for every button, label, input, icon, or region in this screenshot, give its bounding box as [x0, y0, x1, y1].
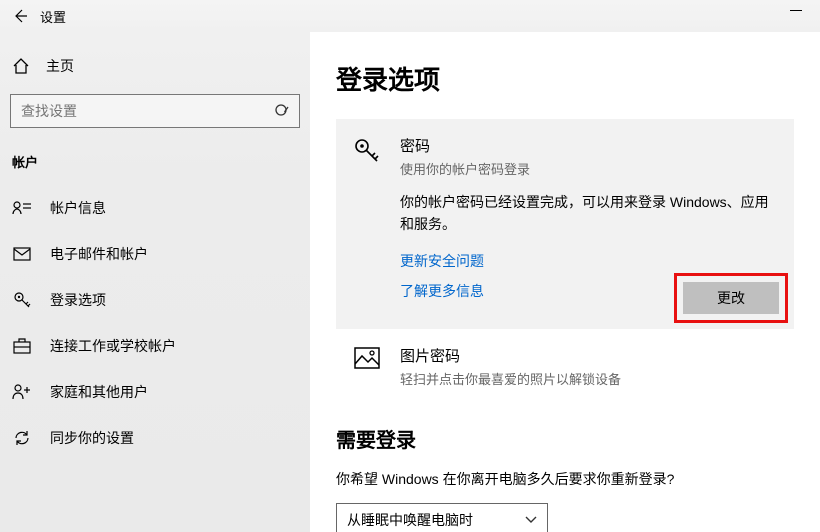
nav-label: 连接工作或学校帐户	[50, 336, 176, 356]
password-title: 密码	[400, 135, 776, 156]
sidebar-item-account-info[interactable]: 帐户信息	[0, 185, 310, 231]
update-security-link[interactable]: 更新安全问题	[400, 251, 776, 271]
sidebar: 主页 帐户 帐户信息 电子邮件和帐户 登录选项	[0, 32, 310, 532]
search-icon	[265, 103, 299, 119]
chevron-down-icon	[525, 516, 537, 524]
briefcase-icon	[12, 338, 32, 354]
picture-subtitle: 轻扫并点击你最喜爱的照片以解锁设备	[400, 369, 776, 388]
page-title: 登录选项	[336, 60, 794, 97]
nav-label: 登录选项	[50, 290, 106, 310]
sidebar-item-email[interactable]: 电子邮件和帐户	[0, 231, 310, 277]
sidebar-item-sync[interactable]: 同步你的设置	[0, 415, 310, 461]
search-input[interactable]	[11, 103, 265, 119]
require-signin-dropdown[interactable]: 从睡眠中唤醒电脑时	[336, 503, 548, 532]
person-card-icon	[12, 200, 32, 216]
password-desc: 你的帐户密码已经设置完成，可以用来登录 Windows、应用和服务。	[400, 192, 776, 235]
search-box[interactable]	[10, 94, 300, 128]
minimize-button[interactable]	[790, 10, 802, 11]
home-label: 主页	[46, 56, 74, 76]
require-signin-heading: 需要登录	[336, 424, 794, 453]
sidebar-item-family[interactable]: 家庭和其他用户	[0, 369, 310, 415]
require-signin-question: 你希望 Windows 在你离开电脑多久后要求你重新登录?	[336, 469, 794, 489]
key-icon	[12, 291, 32, 309]
nav-label: 帐户信息	[50, 198, 106, 218]
key-icon	[354, 135, 382, 311]
change-highlight: 更改	[674, 273, 788, 323]
change-button[interactable]: 更改	[683, 282, 779, 314]
nav-label: 家庭和其他用户	[50, 382, 148, 402]
picture-icon	[354, 345, 382, 388]
content: 登录选项 密码 使用你的帐户密码登录 你的帐户密码已经设置完成，可以用来登录 W…	[310, 32, 820, 532]
back-button[interactable]	[0, 0, 40, 32]
dropdown-value: 从睡眠中唤醒电脑时	[347, 510, 473, 530]
window-title: 设置	[40, 7, 66, 26]
mail-icon	[12, 247, 32, 261]
titlebar: 设置	[0, 0, 820, 32]
sidebar-item-signin-options[interactable]: 登录选项	[0, 277, 310, 323]
sidebar-item-work-school[interactable]: 连接工作或学校帐户	[0, 323, 310, 369]
arrow-left-icon	[12, 8, 28, 24]
picture-title: 图片密码	[400, 345, 776, 366]
password-card: 密码 使用你的帐户密码登录 你的帐户密码已经设置完成，可以用来登录 Window…	[336, 119, 794, 329]
sync-icon	[12, 429, 32, 447]
picture-password-row[interactable]: 图片密码 轻扫并点击你最喜爱的照片以解锁设备	[336, 329, 794, 388]
home-link[interactable]: 主页	[0, 50, 310, 94]
nav-label: 电子邮件和帐户	[50, 244, 148, 264]
sidebar-category: 帐户	[0, 148, 310, 185]
password-subtitle: 使用你的帐户密码登录	[400, 159, 776, 178]
nav-label: 同步你的设置	[50, 428, 134, 448]
home-icon	[12, 57, 30, 75]
people-icon	[12, 384, 32, 400]
